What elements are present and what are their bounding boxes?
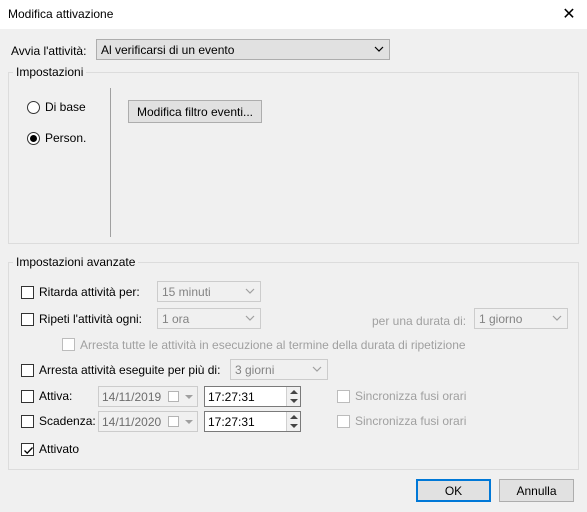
duration-select[interactable]: 1 giorno — [474, 308, 568, 329]
settings-group — [8, 72, 579, 244]
enabled-label: Attivato — [39, 442, 80, 456]
close-icon[interactable]: ✕ — [557, 3, 581, 25]
enabled-checkbox[interactable] — [21, 443, 34, 456]
chevron-down-icon — [552, 315, 562, 321]
radio-basic[interactable] — [27, 101, 40, 114]
ok-label: OK — [444, 483, 463, 498]
expire-time-value: 17:27:31 — [208, 415, 255, 429]
activate-date-value: 14/11/2019 — [102, 390, 162, 404]
activate-time-field[interactable]: 17:27:31 — [204, 386, 301, 407]
activate-label: Attiva: — [39, 389, 73, 403]
dropdown-arrow-icon — [185, 395, 193, 399]
stop-longer-value: 3 giorni — [235, 363, 275, 377]
radio-custom-label: Person. — [45, 131, 87, 145]
activate-date-picker[interactable]: 14/11/2019 — [98, 386, 198, 407]
chevron-down-icon — [312, 366, 322, 372]
radio-basic-label: Di base — [45, 100, 86, 114]
chevron-down-icon — [245, 288, 255, 294]
settings-divider — [110, 88, 111, 237]
spin-down-icon[interactable] — [290, 423, 298, 429]
activate-time-value: 17:27:31 — [208, 390, 255, 404]
calendar-icon — [168, 391, 179, 402]
calendar-icon — [168, 416, 179, 427]
cancel-button[interactable]: Annulla — [499, 479, 574, 502]
spin-down-icon[interactable] — [290, 398, 298, 404]
window-title: Modifica attivazione — [8, 7, 114, 21]
chevron-down-icon — [245, 315, 255, 321]
stop-longer-label: Arresta attività eseguite per più di: — [39, 363, 221, 377]
dropdown-arrow-icon — [185, 420, 193, 424]
checkmark-icon — [24, 447, 33, 455]
delay-checkbox[interactable] — [21, 286, 34, 299]
duration-value: 1 giorno — [479, 312, 523, 326]
expire-date-value: 14/11/2020 — [102, 415, 162, 429]
time-spinner[interactable] — [286, 387, 300, 406]
spin-up-icon[interactable] — [290, 414, 298, 420]
delay-value: 15 minuti — [162, 285, 211, 299]
advanced-group-title: Impostazioni avanzate — [13, 255, 139, 269]
expire-time-field[interactable]: 17:27:31 — [204, 411, 301, 432]
expire-sync-checkbox[interactable] — [337, 415, 350, 428]
repeat-label: Ripeti l'attività ogni: — [39, 312, 143, 326]
trigger-select[interactable]: Al verificarsi di un evento — [96, 39, 390, 60]
stop-all-label: Arresta tutte le attività in esecuzione … — [80, 338, 466, 352]
delay-select[interactable]: 15 minuti — [157, 281, 261, 302]
expire-checkbox[interactable] — [21, 415, 34, 428]
stop-longer-select[interactable]: 3 giorni — [230, 359, 328, 380]
title-bar: Modifica attivazione ✕ — [0, 0, 587, 30]
expire-sync-label: Sincronizza fusi orari — [355, 414, 467, 428]
edit-event-filter-label: Modifica filtro eventi... — [136, 104, 254, 119]
delay-label: Ritarda attività per: — [39, 285, 140, 299]
chevron-down-icon — [374, 46, 384, 52]
ok-button[interactable]: OK — [416, 479, 491, 502]
cancel-label: Annulla — [516, 483, 557, 498]
activate-sync-checkbox[interactable] — [337, 390, 350, 403]
trigger-value: Al verificarsi di un evento — [101, 43, 235, 57]
duration-label: per una durata di: — [372, 314, 467, 328]
spin-up-icon[interactable] — [290, 389, 298, 395]
activate-checkbox[interactable] — [21, 390, 34, 403]
repeat-checkbox[interactable] — [21, 313, 34, 326]
repeat-value: 1 ora — [162, 312, 190, 326]
settings-group-title: Impostazioni — [13, 65, 87, 79]
trigger-label: Avvia l'attività: — [11, 44, 87, 58]
activate-sync-label: Sincronizza fusi orari — [355, 389, 467, 403]
expire-date-picker[interactable]: 14/11/2020 — [98, 411, 198, 432]
time-spinner[interactable] — [286, 412, 300, 431]
repeat-select[interactable]: 1 ora — [157, 308, 261, 329]
stop-longer-checkbox[interactable] — [21, 364, 34, 377]
expire-label: Scadenza: — [39, 414, 96, 428]
radio-custom[interactable] — [27, 132, 40, 145]
stop-all-checkbox[interactable] — [62, 338, 75, 351]
edit-event-filter-button[interactable]: Modifica filtro eventi... — [128, 100, 262, 123]
